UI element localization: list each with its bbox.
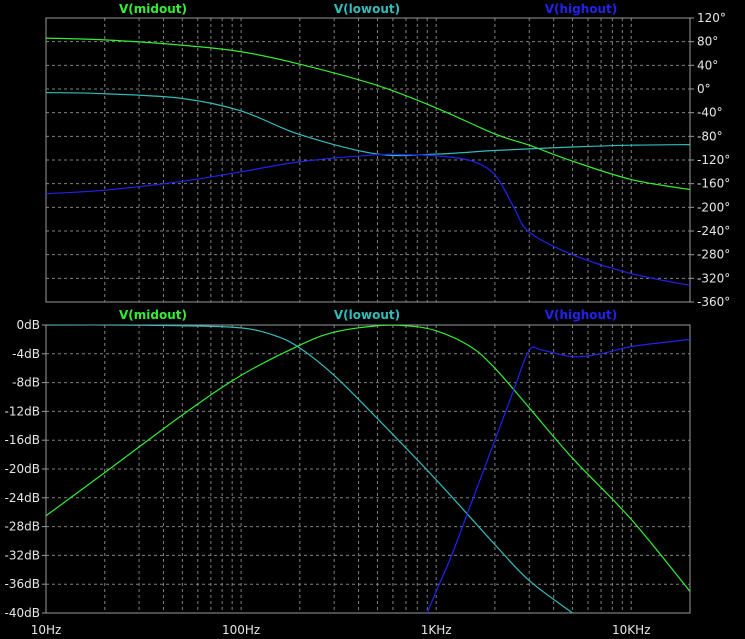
y-tick-label: 40° (697, 58, 718, 72)
series-line-vmidout (46, 37, 690, 191)
y-tick-label: -20dB (5, 462, 40, 476)
x-tick-label: 100Hz (222, 623, 260, 637)
y-tick-label: -36dB (5, 577, 40, 591)
y-tick-label: 0dB (17, 318, 40, 332)
series-line-vmidout (46, 325, 690, 592)
y-tick-label: -28dB (5, 520, 40, 534)
y-tick-label: -40° (697, 106, 723, 120)
y-tick-label: -4dB (12, 347, 40, 361)
x-tick-label: 10KHz (612, 623, 650, 637)
phase-panel: 120° 80° 40° 0° -40° -80° -120° -160° -200° -240°… (45, 2, 730, 309)
y-tick-label: -80° (697, 129, 723, 143)
y-tick-label: -40dB (5, 606, 40, 620)
y-tick-label: -280° (697, 248, 730, 262)
y-tick-label: -120° (697, 153, 730, 167)
series-line-vlowout (46, 91, 690, 157)
x-tick-label: 1KHz (421, 623, 452, 637)
y-tick-label: -360° (697, 295, 730, 309)
y-tick-label: -8dB (12, 376, 40, 390)
series-line-vhighout (46, 153, 690, 287)
y-tick-label: 120° (697, 11, 726, 25)
y-tick-label: -320° (697, 271, 730, 285)
legend-vhighout: V(highout) (545, 308, 618, 322)
y-tick-label: -12dB (5, 404, 40, 418)
y-tick-label: -32dB (5, 548, 40, 562)
legend-vmidout: V(midout) (119, 2, 187, 16)
legend-vhighout: V(highout) (545, 2, 618, 16)
y-tick-label: -24dB (5, 491, 40, 505)
bode-plot: 120° 80° 40° 0° -40° -80° -120° -160° -200° -240°… (5, 2, 731, 637)
y-tick-label: -160° (697, 177, 730, 191)
magnitude-panel: 0dB -4dB -8dB -12dB -16dB -20dB -24dB -28dB -32d… (5, 308, 691, 637)
y-tick-label: 80° (697, 35, 718, 49)
legend-vlowout: V(lowout) (334, 2, 400, 16)
legend-vmidout: V(midout) (119, 308, 187, 322)
y-tick-label: -200° (697, 200, 730, 214)
series-line-vhighout (426, 338, 690, 613)
y-tick-label: -16dB (5, 433, 40, 447)
y-tick-label: -240° (697, 224, 730, 238)
legend-vlowout: V(lowout) (334, 308, 400, 322)
y-tick-label: 0° (697, 82, 711, 96)
x-tick-label: 10Hz (31, 623, 62, 637)
